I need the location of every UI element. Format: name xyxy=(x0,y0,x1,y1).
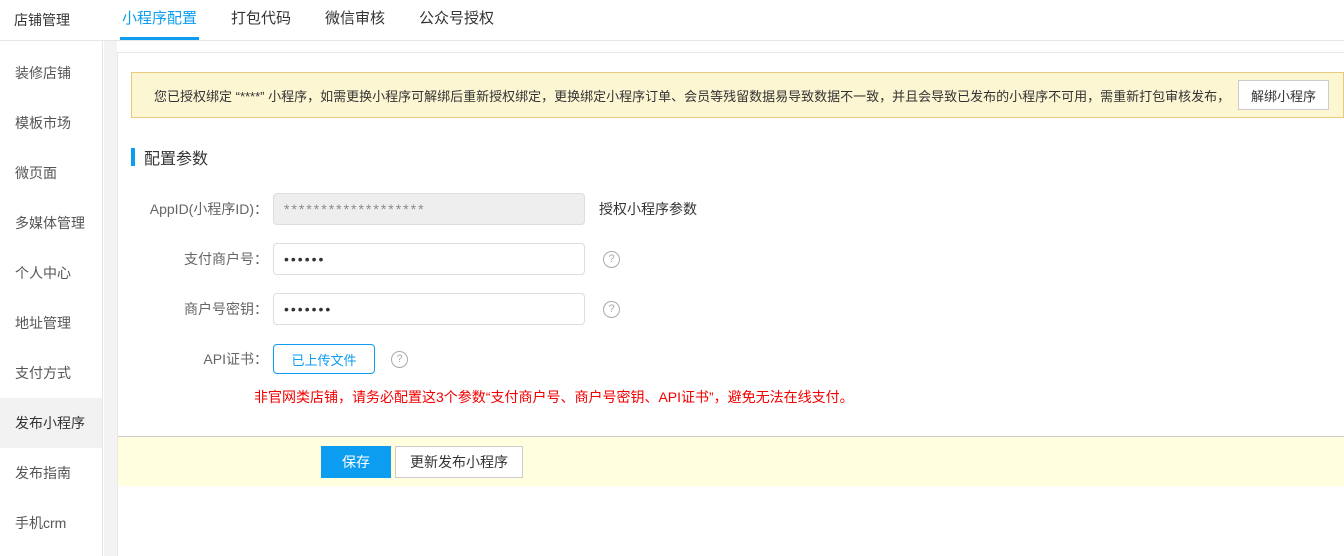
update-publish-button[interactable]: 更新发布小程序 xyxy=(395,446,523,478)
sidebar-item-micro-page[interactable]: 微页面 xyxy=(0,148,102,198)
title-accent-bar xyxy=(131,148,135,166)
api-cert-label: API证书： xyxy=(118,349,268,369)
sidebar: 装修店铺 模板市场 微页面 多媒体管理 个人中心 地址管理 支付方式 发布小程序… xyxy=(0,41,103,556)
payment-config-warning: 非官网类店铺，请务必配置这3个参数“支付商户号、商户号密钥、API证书”，避免无… xyxy=(254,388,1344,406)
merchant-key-label: 商户号密钥： xyxy=(118,299,268,319)
sidebar-item-publish-guide[interactable]: 发布指南 xyxy=(0,448,102,498)
appid-input[interactable] xyxy=(273,193,585,225)
sidebar-item-multimedia[interactable]: 多媒体管理 xyxy=(0,198,102,248)
section-title-text: 配置参数 xyxy=(144,145,208,169)
appid-label: AppID(小程序ID)： xyxy=(118,199,268,219)
section-title: 配置参数 xyxy=(131,146,1344,168)
appid-row: AppID(小程序ID)： 授权小程序参数 xyxy=(118,184,1344,234)
action-bar: 保存 更新发布小程序 xyxy=(118,436,1344,486)
sidebar-item-payment[interactable]: 支付方式 xyxy=(0,348,102,398)
tab-official-account-auth[interactable]: 公众号授权 xyxy=(417,0,496,40)
merchant-key-row: 商户号密钥： ? xyxy=(118,284,1344,334)
content-panel: 您已授权绑定 “****” 小程序，如需更换小程序可解绑后重新授权绑定，更换绑定… xyxy=(117,52,1344,556)
merchant-id-input[interactable] xyxy=(273,243,585,275)
tab-wechat-review[interactable]: 微信审核 xyxy=(323,0,387,40)
layout-gutter xyxy=(104,41,117,556)
merchant-id-row: 支付商户号： ? xyxy=(118,234,1344,284)
sidebar-item-address[interactable]: 地址管理 xyxy=(0,298,102,348)
brand-title: 店铺管理 xyxy=(0,0,103,40)
sidebar-item-personal-center[interactable]: 个人中心 xyxy=(0,248,102,298)
top-header: 店铺管理 小程序配置 打包代码 微信审核 公众号授权 xyxy=(0,0,1344,41)
uploaded-file-button[interactable]: 已上传文件 xyxy=(273,344,375,374)
tab-package-code[interactable]: 打包代码 xyxy=(229,0,293,40)
merchant-id-help-icon[interactable]: ? xyxy=(603,251,620,268)
sidebar-item-mobile-crm[interactable]: 手机crm xyxy=(0,498,102,548)
sidebar-item-decorate-shop[interactable]: 装修店铺 xyxy=(0,48,102,98)
api-cert-help-icon[interactable]: ? xyxy=(391,351,408,368)
authorization-notice-banner: 您已授权绑定 “****” 小程序，如需更换小程序可解绑后重新授权绑定，更换绑定… xyxy=(131,72,1344,118)
config-form: AppID(小程序ID)： 授权小程序参数 支付商户号： ? 商户号密钥： ? … xyxy=(118,184,1344,406)
merchant-id-label: 支付商户号： xyxy=(118,249,268,269)
notice-text: 您已授权绑定 “****” 小程序，如需更换小程序可解绑后重新授权绑定，更换绑定… xyxy=(154,86,1228,105)
api-cert-row: API证书： 已上传文件 ? xyxy=(118,334,1344,384)
merchant-key-input[interactable] xyxy=(273,293,585,325)
sidebar-item-publish-miniprogram[interactable]: 发布小程序 xyxy=(0,398,102,448)
sidebar-item-template-market[interactable]: 模板市场 xyxy=(0,98,102,148)
appid-hint: 授权小程序参数 xyxy=(599,199,697,219)
unbind-miniprogram-button[interactable]: 解绑小程序 xyxy=(1238,80,1329,110)
save-button[interactable]: 保存 xyxy=(321,446,391,478)
merchant-key-help-icon[interactable]: ? xyxy=(603,301,620,318)
tab-bar: 小程序配置 打包代码 微信审核 公众号授权 xyxy=(120,0,526,40)
tab-miniprogram-config[interactable]: 小程序配置 xyxy=(120,0,199,40)
